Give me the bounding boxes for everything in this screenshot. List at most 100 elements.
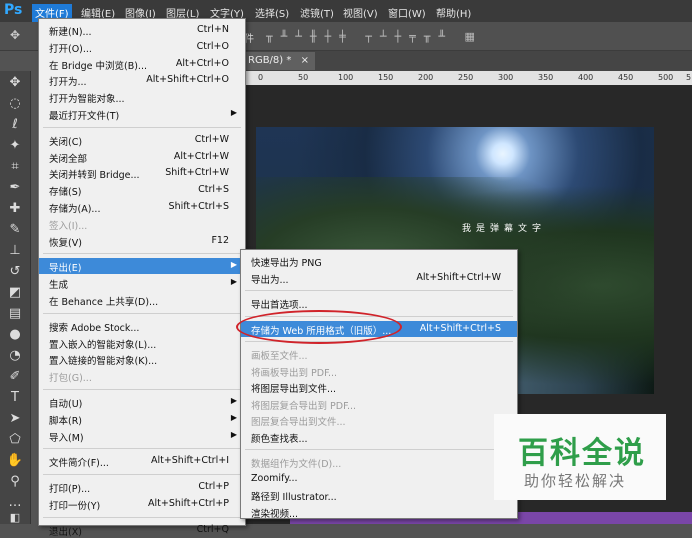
menu-item-shortcut: Ctrl+Q: [196, 523, 229, 535]
horizontal-ruler: 0 50 100 150 200 250 300 350 400 450 500…: [240, 71, 692, 85]
export-menu-item[interactable]: 导出为... Alt+Shift+Ctrl+W: [241, 270, 517, 286]
file-menu-item[interactable]: 打开(O)... Ctrl+O: [39, 39, 245, 55]
menu-separator: [43, 253, 241, 255]
file-menu-item[interactable]: 在 Bridge 中浏览(B)... Alt+Ctrl+O: [39, 56, 245, 72]
menu-help[interactable]: 帮助(H): [433, 4, 474, 22]
brush-tool-icon[interactable]: ✎: [5, 220, 25, 240]
menu-separator: [43, 312, 241, 314]
submenu-arrow-icon: ▶: [230, 412, 237, 422]
file-menu-item[interactable]: 自动(U) ▶: [39, 394, 245, 410]
ruler-tick: 150: [378, 73, 394, 82]
menu-item-label: 恢复(V): [49, 237, 82, 249]
lasso-tool-icon[interactable]: ℓ: [5, 115, 25, 135]
menu-item-label: 最近打开文件(T): [49, 111, 120, 122]
file-menu-item[interactable]: 打印(P)... Ctrl+P: [39, 479, 245, 495]
export-menu-item[interactable]: 颜色查找表...: [241, 429, 517, 445]
file-menu-item[interactable]: 存储(S) Ctrl+S: [39, 182, 245, 198]
ruler-tick: 500: [658, 73, 674, 82]
hand-tool-icon[interactable]: ✋: [5, 451, 25, 471]
file-menu-item[interactable]: 关闭全部 Alt+Ctrl+W: [39, 149, 245, 165]
export-menu-item: 数据组作为文件(D)...: [241, 454, 517, 470]
menu-item-label: 将图层导出到文件...: [251, 384, 337, 395]
move-tool-icon[interactable]: ✥: [5, 73, 25, 93]
submenu-arrow-icon: ▶: [230, 429, 237, 439]
menu-separator: [245, 449, 513, 450]
document-tab[interactable]: RGB/8) * ×: [242, 52, 315, 70]
menu-item-label: 新建(N)...: [49, 27, 92, 38]
eraser-tool-icon[interactable]: ◩: [5, 283, 25, 303]
file-menu-item[interactable]: 搜索 Adobe Stock...: [39, 318, 245, 334]
file-menu-item[interactable]: 文件简介(F)... Alt+Shift+Ctrl+I: [39, 453, 245, 469]
file-menu-item[interactable]: 打开为智能对象...: [39, 89, 245, 105]
menu-item-label: 快速导出为 PNG: [251, 258, 322, 269]
file-menu-item[interactable]: 导出(E) ▶: [39, 258, 245, 275]
magic-wand-icon[interactable]: ✦: [5, 136, 25, 156]
history-brush-icon[interactable]: ↺: [5, 262, 25, 282]
ruler-tick: 300: [498, 73, 514, 82]
dodge-tool-icon[interactable]: ◔: [5, 346, 25, 366]
menu-item-label: 签入(I)...: [49, 220, 88, 232]
crop-tool-icon[interactable]: ⌗: [5, 157, 25, 177]
menu-item-label: 打印(P)...: [49, 484, 91, 496]
file-menu-item: 签入(I)...: [39, 216, 245, 232]
export-menu-item[interactable]: 将图层导出到文件...: [241, 379, 517, 395]
shape-tool-icon[interactable]: ⬠: [5, 430, 25, 450]
export-menu-item: 图层复合导出到文件...: [241, 412, 517, 428]
ruler-tick: 50: [298, 73, 309, 82]
menu-separator: [43, 516, 241, 518]
file-menu-item[interactable]: 恢复(V) F12: [39, 233, 245, 249]
file-menu-item[interactable]: 新建(N)... Ctrl+N: [39, 22, 245, 38]
path-select-icon[interactable]: ➤: [5, 409, 25, 429]
align-icons[interactable]: ╥╨┴╫┼╪ ┬┴┼╤╥╨ ▦: [266, 30, 483, 43]
file-menu-item[interactable]: 在 Behance 上共享(D)...: [39, 292, 245, 308]
file-menu-item[interactable]: 置入嵌入的智能对象(L)...: [39, 335, 245, 351]
menu-item-label: 关闭并转到 Bridge...: [49, 170, 140, 182]
file-menu-item[interactable]: 存储为(A)... Shift+Ctrl+S: [39, 199, 245, 215]
move-options-icon[interactable]: ✥: [10, 28, 20, 42]
menu-window[interactable]: 窗口(W): [385, 4, 429, 22]
file-menu-item[interactable]: 导入(M) ▶: [39, 428, 245, 444]
export-submenu: 快速导出为 PNG 导出为... Alt+Shift+Ctrl+W 导出首选项... 存…: [240, 249, 518, 520]
close-tab-icon[interactable]: ×: [301, 55, 309, 66]
marquee-tool-icon[interactable]: ◌: [5, 94, 25, 114]
file-menu-item: 打包(G)...: [39, 368, 245, 384]
submenu-arrow-icon: ▶: [230, 277, 237, 287]
menu-filter[interactable]: 滤镜(T): [297, 4, 337, 22]
menu-item-label: 将图层复合导出到 PDF...: [251, 400, 357, 412]
heal-brush-icon[interactable]: ✚: [5, 199, 25, 219]
zoom-tool-icon[interactable]: ⚲: [5, 472, 25, 492]
color-swatch-icon[interactable]: ◧: [5, 508, 25, 528]
submenu-arrow-icon: ▶: [230, 396, 237, 405]
file-menu-item[interactable]: 最近打开文件(T) ▶: [39, 106, 245, 122]
export-menu-item[interactable]: 渲染视频...: [241, 504, 517, 520]
file-menu-item[interactable]: 打开为... Alt+Shift+Ctrl+O: [39, 72, 245, 88]
file-menu-item[interactable]: 置入链接的智能对象(K)...: [39, 351, 245, 367]
ruler-tick: 450: [618, 73, 634, 82]
watermark: 百科全说 助你轻松解决: [494, 414, 666, 500]
export-menu-item[interactable]: 导出首选项...: [241, 295, 517, 311]
menu-select[interactable]: 选择(S): [252, 4, 292, 22]
menu-item-label: 路径到 Illustrator...: [251, 492, 337, 503]
menu-separator: [43, 126, 241, 128]
watermark-title: 百科全说: [518, 436, 646, 471]
export-menu-item[interactable]: 快速导出为 PNG: [241, 253, 517, 269]
stamp-tool-icon[interactable]: ⊥: [5, 241, 25, 261]
menu-item-shortcut: Shift+Ctrl+W: [165, 167, 229, 179]
menu-item-label: 打开为...: [49, 77, 87, 89]
export-menu-item: 将图层复合导出到 PDF...: [241, 396, 517, 412]
eyedropper-icon[interactable]: ✒: [5, 178, 25, 198]
type-tool-icon[interactable]: T: [5, 388, 25, 408]
pen-tool-icon[interactable]: ✐: [5, 367, 25, 387]
file-menu-item[interactable]: 关闭(C) Ctrl+W: [39, 132, 245, 148]
file-menu-item[interactable]: 生成 ▶: [39, 275, 245, 291]
file-menu-item[interactable]: 打印一份(Y) Alt+Shift+Ctrl+P: [39, 496, 245, 512]
file-menu-item[interactable]: 退出(X) Ctrl+Q: [39, 522, 245, 538]
gradient-tool-icon[interactable]: ▤: [5, 304, 25, 324]
export-menu-item[interactable]: 路径到 Illustrator...: [241, 487, 517, 503]
file-menu-item[interactable]: 脚本(R) ▶: [39, 411, 245, 427]
menu-separator: [43, 389, 241, 390]
file-menu-item[interactable]: 关闭并转到 Bridge... Shift+Ctrl+W: [39, 165, 245, 181]
menu-view[interactable]: 视图(V): [340, 4, 381, 22]
export-menu-item[interactable]: Zoomify...: [241, 471, 517, 487]
blur-tool-icon[interactable]: ●: [5, 325, 25, 345]
